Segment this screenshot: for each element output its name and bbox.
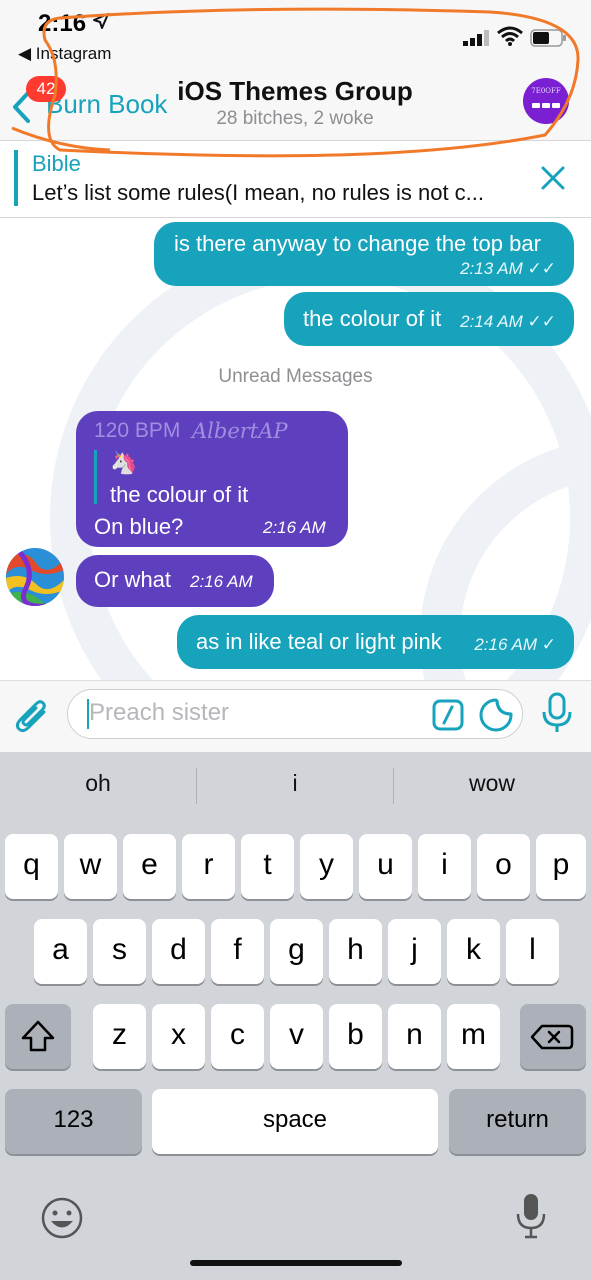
paperclip-icon[interactable] [14, 696, 52, 741]
suggestion-3[interactable]: wow [394, 770, 590, 797]
key-l[interactable]: l [506, 919, 559, 984]
dictation-microphone-icon[interactable] [515, 1192, 547, 1245]
chat-title[interactable]: iOS Themes Group [150, 76, 440, 107]
outgoing-message[interactable]: is there anyway to change the top bar 2:… [154, 222, 574, 286]
pinned-text: Let’s list some rules(I mean, no rules i… [32, 180, 484, 205]
key-z[interactable]: z [93, 1004, 146, 1069]
sender-title: AlbertAP [192, 419, 288, 443]
outgoing-message[interactable]: as in like teal or light pink 2:16 AM ✓ [177, 615, 574, 669]
group-avatar-text: 7E0OFF [531, 87, 561, 95]
reply-quote-bar [94, 450, 97, 504]
message-text: the colour of it [303, 306, 442, 331]
key-n[interactable]: n [388, 1004, 441, 1069]
key-y[interactable]: y [300, 834, 353, 899]
message-text: as in like teal or light pink [196, 629, 442, 654]
sender-avatar[interactable] [6, 548, 64, 606]
return-key[interactable]: return [449, 1089, 586, 1154]
key-c[interactable]: c [211, 1004, 264, 1069]
group-avatar[interactable]: 7E0OFF [523, 78, 569, 124]
bot-command-icon[interactable] [432, 699, 464, 736]
key-u[interactable]: u [359, 834, 412, 899]
message-time: 2:16 AM [190, 572, 253, 591]
back-to-app-link[interactable]: ◀ Instagram [18, 44, 111, 64]
reply-quote-emoji: 🦄 [110, 450, 138, 475]
numbers-key[interactable]: 123 [5, 1089, 142, 1154]
key-g[interactable]: g [270, 919, 323, 984]
key-b[interactable]: b [329, 1004, 382, 1069]
message-time: 2:14 AM ✓✓ [460, 312, 557, 331]
close-icon[interactable] [540, 165, 566, 196]
key-v[interactable]: v [270, 1004, 323, 1069]
outgoing-message[interactable]: the colour of it 2:14 AM ✓✓ [284, 292, 574, 346]
key-f[interactable]: f [211, 919, 264, 984]
suggestion-1[interactable]: oh [0, 770, 196, 797]
check-icon: ✓ [541, 635, 556, 654]
location-arrow-icon [92, 12, 110, 35]
double-check-icon: ✓✓ [527, 259, 557, 278]
shift-icon [21, 1020, 55, 1052]
key-d[interactable]: d [152, 919, 205, 984]
message-time: 2:16 AM [263, 518, 326, 537]
suggestion-2[interactable]: i [197, 770, 393, 797]
message-text: Or what [94, 567, 172, 592]
key-i[interactable]: i [418, 834, 471, 899]
wifi-icon [497, 26, 523, 51]
double-check-icon: ✓✓ [527, 312, 557, 331]
home-indicator [190, 1260, 402, 1266]
battery-icon [530, 29, 568, 52]
sticker-icon[interactable] [478, 697, 514, 738]
message-input-placeholder: Preach sister [89, 699, 230, 726]
key-s[interactable]: s [93, 919, 146, 984]
message-text: is there anyway to change the top bar [174, 231, 541, 256]
microphone-icon[interactable] [540, 692, 574, 739]
reply-quote-text[interactable]: the colour of it [110, 482, 248, 508]
chat-subtitle: 28 bitches, 2 woke [216, 108, 374, 129]
key-o[interactable]: o [477, 834, 530, 899]
pinned-accent-bar [14, 150, 18, 206]
unread-count-badge: 42 [26, 76, 66, 102]
key-t[interactable]: t [241, 834, 294, 899]
key-j[interactable]: j [388, 919, 441, 984]
delete-key[interactable] [520, 1004, 586, 1069]
key-a[interactable]: a [34, 919, 87, 984]
emoji-icon[interactable] [40, 1196, 84, 1245]
sender-name[interactable]: 120 BPM [94, 419, 180, 443]
backspace-icon [530, 1024, 574, 1050]
key-w[interactable]: w [64, 834, 117, 899]
message-text: On blue? [94, 514, 184, 539]
key-e[interactable]: e [123, 834, 176, 899]
key-r[interactable]: r [182, 834, 235, 899]
cellular-signal-icon [463, 30, 491, 51]
space-key[interactable]: space [152, 1089, 438, 1154]
key-p[interactable]: p [536, 834, 586, 899]
key-x[interactable]: x [152, 1004, 205, 1069]
message-time: 2:16 AM ✓ [474, 635, 556, 654]
unread-divider: Unread Messages [218, 366, 373, 387]
shift-key[interactable] [5, 1004, 71, 1069]
key-q[interactable]: q [5, 834, 58, 899]
key-h[interactable]: h [329, 919, 382, 984]
message-time: 2:13 AM ✓✓ [460, 259, 557, 278]
key-k[interactable]: k [447, 919, 500, 984]
pinned-title: Bible [32, 151, 81, 176]
status-time: 2:16 [38, 10, 87, 37]
key-m[interactable]: m [447, 1004, 500, 1069]
